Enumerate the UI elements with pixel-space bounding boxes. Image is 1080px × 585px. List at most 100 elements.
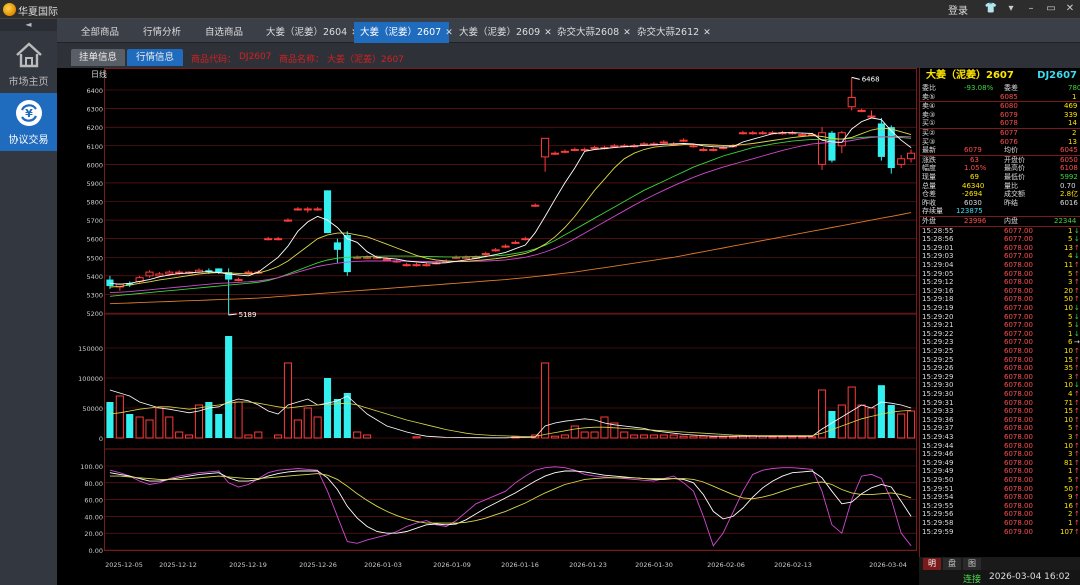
volume-bar: [274, 434, 283, 439]
quote-cell: 6108: [1060, 164, 1078, 173]
trade-tick-row: 15:29:30 6078.00 4 ↑: [920, 390, 1080, 399]
date-axis-label: 2026-03-04: [869, 561, 907, 569]
restore-button[interactable]: ▭: [1044, 3, 1058, 14]
candle-body: [501, 245, 510, 248]
skin-icon[interactable]: 👕: [984, 3, 998, 14]
trade-tick-cell: 71: [1064, 398, 1073, 407]
quote-cell: 最低价: [1004, 173, 1025, 181]
candle-body: [215, 268, 223, 273]
trade-tick-cell: 15:29:58: [922, 519, 954, 527]
login-link[interactable]: 登录: [948, 2, 968, 17]
moving-average-line: [109, 212, 912, 305]
quote-cell: 买①: [922, 119, 936, 128]
trade-tick-row: 15:29:51 6078.00 50 ↑: [920, 485, 1080, 494]
trade-tick-cell: 35: [1064, 364, 1073, 373]
tab-dj2607[interactable]: 大姜（泥姜）2607 ✕: [354, 22, 453, 43]
candle-body: [541, 137, 550, 158]
volume-bar: [106, 402, 114, 438]
candle-body: [422, 264, 431, 267]
trade-tick-row: 15:29:03 6077.00 4 ↓: [920, 252, 1080, 261]
trade-tick-cell: 15:29:51: [922, 484, 954, 493]
trade-tick-row: 15:29:20 6077.00 5 ↓: [920, 313, 1080, 322]
price-tick-label: 6200: [86, 124, 103, 132]
trade-tick-row: 15:29:23 6077.00 6 →: [920, 338, 1080, 347]
candle-body: [798, 134, 807, 137]
trade-tick-cell: 6078.00: [1004, 510, 1033, 519]
tab-dj2604[interactable]: 大姜（泥姜）2604✕: [260, 22, 359, 43]
candle-body: [293, 208, 302, 211]
trade-tick-cell: ↑: [1074, 519, 1080, 527]
tab-orderbook[interactable]: 盘: [943, 558, 961, 570]
trade-tick-cell: 6078.00: [1004, 398, 1033, 407]
sidebar-item-market-home[interactable]: 市场主页: [0, 35, 57, 93]
product-code-value: DJ2607: [239, 52, 272, 62]
volume-bar: [778, 436, 787, 439]
kline-chart[interactable]: 日线 6400 6300 6200 6100 6000 5900 5800 5700 5600 55…: [70, 68, 919, 582]
trade-tick-cell: 15:29:20: [922, 312, 954, 321]
quote-cell: 成交额: [1004, 190, 1025, 199]
trade-tick-cell: 81: [1064, 458, 1073, 467]
chart-svg[interactable]: 日线 6400 6300 6200 6100 6000 5900 5800 5700 5600 55…: [70, 68, 919, 582]
candle-body: [828, 132, 836, 161]
quote-info-button[interactable]: 行情信息: [127, 49, 183, 66]
trade-tick-cell: 6078.00: [1004, 372, 1033, 381]
volume-bar: [313, 416, 322, 439]
trade-tick-cell: 4: [1068, 390, 1073, 398]
quote-cell: 22344: [1054, 217, 1077, 225]
trade-tick-cell: ↑: [1074, 372, 1080, 381]
home-icon: [16, 42, 42, 68]
trade-tick-row: 15:29:31 6078.00 71 ↑: [920, 399, 1080, 408]
trade-tick-row: 15:29:30 6076.00 10 ↓: [920, 381, 1080, 390]
trade-tick-row: 15:29:49 6078.00 1 ↑: [920, 467, 1080, 476]
tab-chart[interactable]: 图: [963, 558, 981, 570]
trade-tick-cell: 10: [1064, 381, 1073, 390]
minimize-button[interactable]: –: [1024, 3, 1038, 14]
close-button[interactable]: ✕: [1063, 3, 1077, 14]
close-tab-icon[interactable]: ✕: [445, 28, 453, 38]
volume-bar: [906, 410, 916, 439]
candle-body: [323, 190, 332, 234]
trade-tick-cell: 6078.00: [1004, 450, 1033, 459]
tab-dj2609[interactable]: 大姜（泥姜）2609 ✕: [453, 22, 552, 43]
tab-watchlist[interactable]: 自选商品: [199, 22, 255, 43]
tab-detail[interactable]: 明: [923, 558, 941, 570]
candle-body: [817, 132, 827, 165]
trade-tick-cell: 15:29:01: [922, 243, 954, 252]
tab-all-products[interactable]: 全部商品: [75, 22, 131, 43]
tab-garlic2612[interactable]: 杂交大蒜2612 ✕: [631, 22, 711, 43]
volume-bar: [254, 431, 263, 439]
candle-body: [847, 96, 856, 108]
sidebar-item-agreement-trade[interactable]: ¥ 协议交易: [0, 93, 57, 151]
quote-cell: 63: [970, 155, 979, 164]
volume-bar: [897, 413, 906, 439]
trade-tick-row: 15:29:54 6078.00 9 ↑: [920, 493, 1080, 502]
trade-tick-cell: 6078.00: [1004, 424, 1033, 433]
quote-cell: 2.8亿: [1060, 190, 1079, 199]
volume-bar: [155, 407, 164, 439]
tab-market-analysis[interactable]: 行情分析: [137, 22, 193, 43]
quote-cell: 卖④: [922, 102, 936, 111]
trade-tick-cell: 15:29:55: [922, 501, 954, 510]
quote-cell: 6085: [1000, 92, 1018, 101]
sidebar-collapse-button[interactable]: ◄: [0, 19, 57, 31]
candle-body: [610, 145, 619, 148]
close-tab-icon[interactable]: ✕: [623, 28, 631, 38]
quote-cell: 最高价: [1004, 164, 1025, 173]
date-axis-label: 2026-01-30: [635, 561, 673, 569]
volume-tick-label: 50000: [82, 405, 103, 413]
quote-cell: 6077: [1000, 129, 1018, 137]
oscillator-tick-label: 40.00: [84, 513, 103, 521]
tab-garlic2608[interactable]: 杂交大蒜2608 ✕: [551, 22, 631, 43]
svg-text:¥: ¥: [25, 107, 33, 120]
trade-tick-row: 15:29:29 6078.00 3 ↑: [920, 373, 1080, 382]
date-axis-label: 2026-01-23: [569, 561, 607, 569]
volume-bar: [867, 407, 876, 439]
quote-row: 昨收 6030 昨结 6016: [920, 199, 1080, 208]
order-info-button[interactable]: 挂单信息: [71, 49, 125, 66]
menu-dropdown-icon[interactable]: ▾: [1004, 3, 1018, 14]
date-axis-label: 2026-02-06: [707, 561, 745, 569]
trade-tick-row: 15:29:58 6078.00 1 ↑: [920, 519, 1080, 528]
close-tab-icon[interactable]: ✕: [703, 28, 711, 38]
trade-tick-cell: 15:29:19: [922, 304, 954, 312]
trade-tick-cell: 15:29:54: [922, 493, 954, 502]
